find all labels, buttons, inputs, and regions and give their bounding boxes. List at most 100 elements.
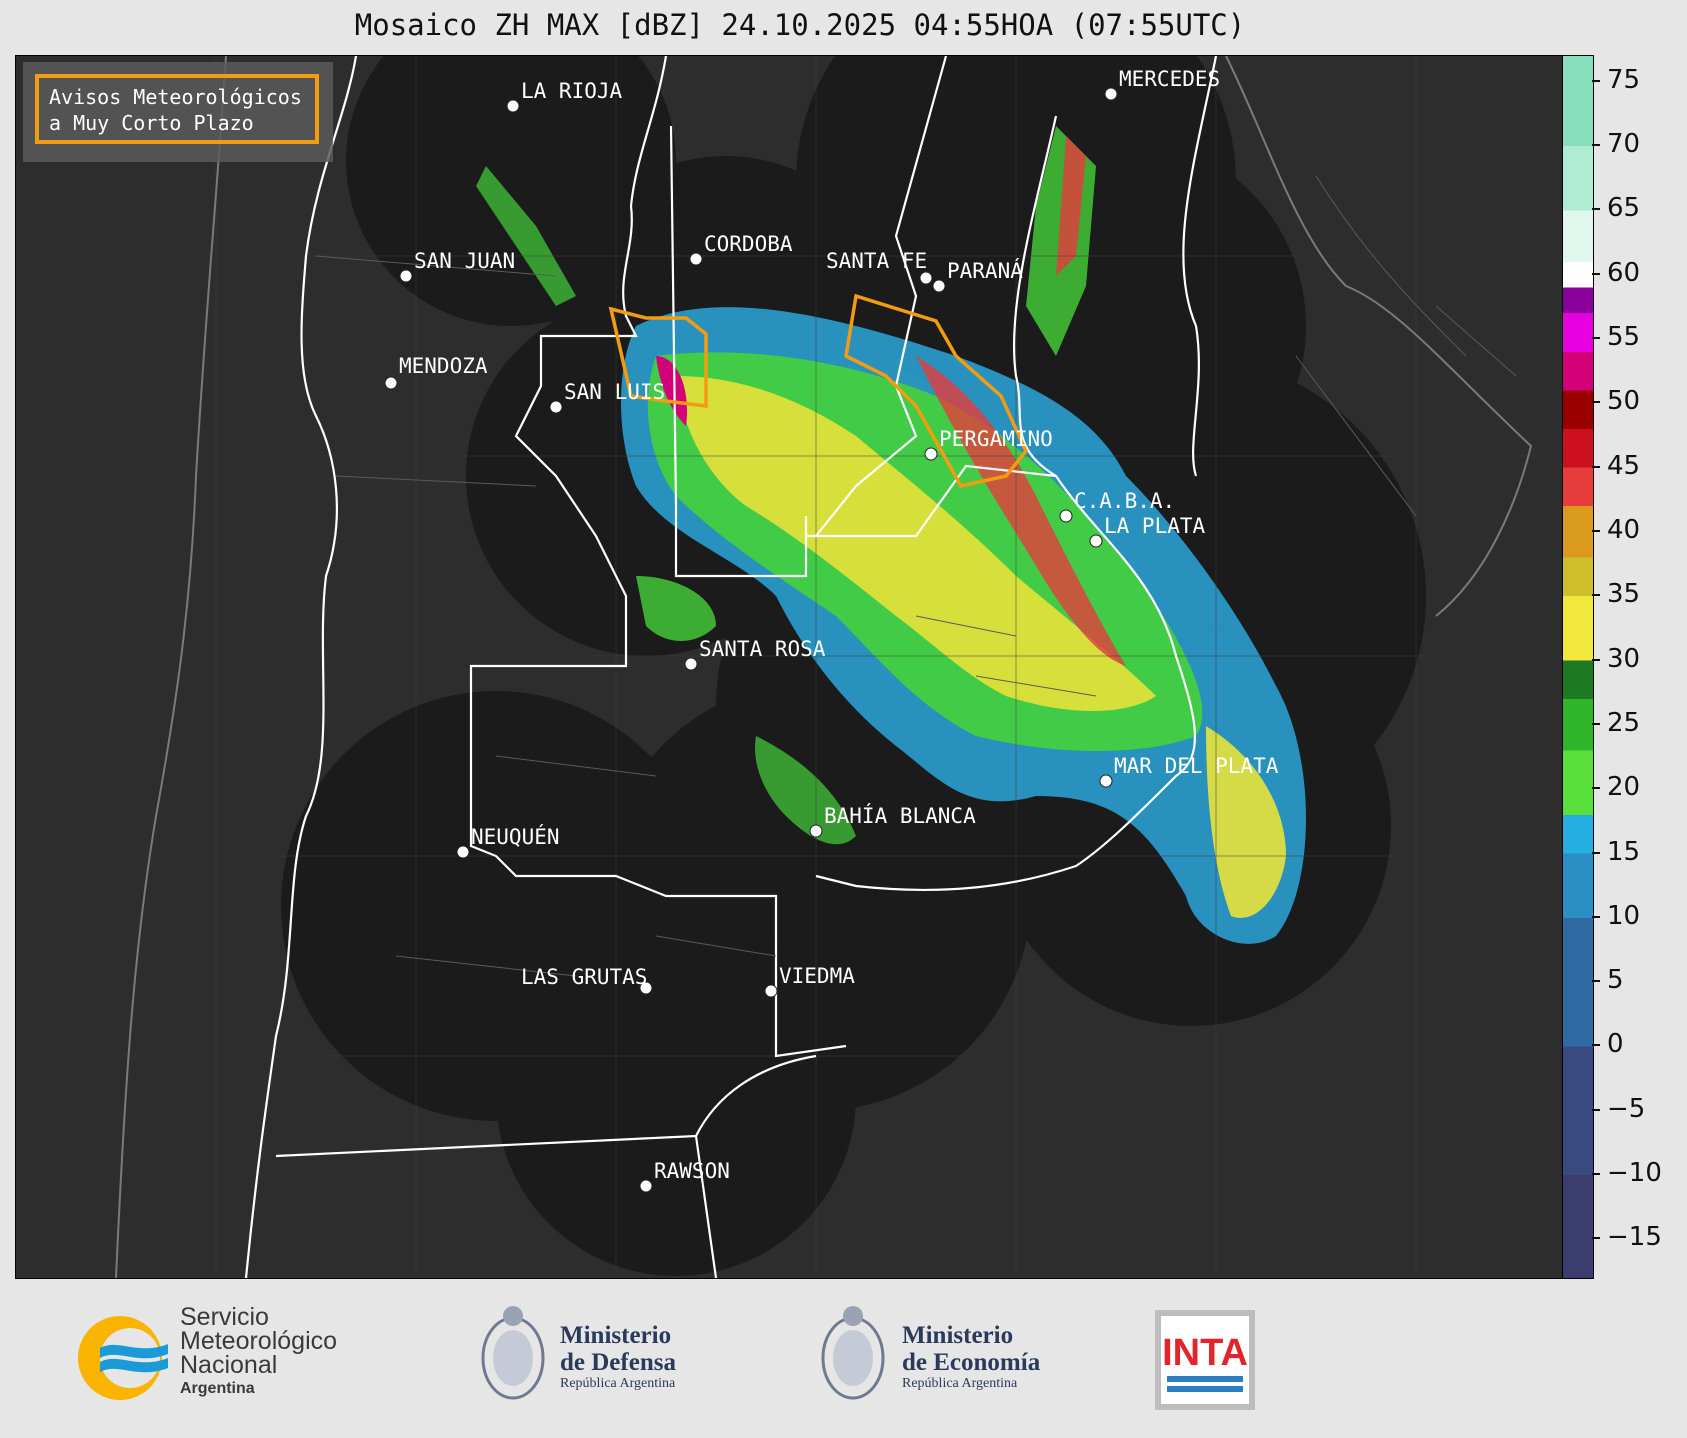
economia-sub: República Argentina xyxy=(902,1376,1018,1391)
smn-line1: Servicio xyxy=(180,1303,269,1331)
colorbar-tick-label: 75 xyxy=(1607,64,1641,95)
warning-legend-line2: a Muy Corto Plazo xyxy=(49,111,254,135)
inta-logo-label: INTA xyxy=(1162,1332,1248,1374)
defensa-logo-text: Ministerio de Defensa República Argentin… xyxy=(560,1322,676,1392)
city-marker-dot xyxy=(809,824,823,838)
defensa-line2: de Defensa xyxy=(560,1349,676,1376)
city-marker-dot xyxy=(1089,534,1103,548)
city-marker-dot xyxy=(689,252,703,266)
economia-seal-icon xyxy=(818,1298,888,1417)
city-label: SAN LUIS xyxy=(564,380,665,404)
city-label: MERCEDES xyxy=(1119,67,1220,91)
colorbar-tick: 0 xyxy=(1592,1029,1624,1060)
colorbar-tick-label: 30 xyxy=(1607,643,1641,674)
defensa-seal-icon xyxy=(478,1298,548,1417)
colorbar-tick: 60 xyxy=(1591,257,1641,288)
colorbar-tick-label: 35 xyxy=(1607,579,1641,610)
colorbar-tick-label: −10 xyxy=(1607,1158,1662,1189)
colorbar xyxy=(1562,55,1594,1279)
colorbar-tick: 55 xyxy=(1591,321,1641,352)
colorbar-tick: 70 xyxy=(1591,129,1641,160)
city-marker-dot xyxy=(399,269,413,283)
city-label: SANTA ROSA xyxy=(699,637,826,661)
colorbar-tick-label: 60 xyxy=(1607,257,1641,288)
city-marker-dot xyxy=(1059,509,1073,523)
city-marker-dot xyxy=(549,400,563,414)
radar-map[interactable]: LA RIOJA MERCEDES CORDOBA SAN JUAN SANTA FE P… xyxy=(15,55,1564,1279)
city-marker-dot xyxy=(919,271,933,285)
warning-legend-line1: Avisos Meteorológicos xyxy=(49,85,302,109)
city-label: SANTA FE xyxy=(826,249,927,273)
footer-logos: Servicio Meteorológico Nacional Argentin… xyxy=(0,1280,1687,1438)
colorbar-tick: −10 xyxy=(1592,1158,1662,1189)
colorbar-tick: 40 xyxy=(1591,514,1641,545)
colorbar-tick-label: 10 xyxy=(1607,900,1641,931)
city-label: BAHÍA BLANCA xyxy=(824,803,976,828)
city-label: PERGAMINO xyxy=(939,427,1053,451)
colorbar-tick: −15 xyxy=(1592,1222,1662,1253)
colorbar-tick: 45 xyxy=(1591,450,1641,481)
colorbar-tick: 30 xyxy=(1591,643,1641,674)
city-marker-dot xyxy=(1104,87,1118,101)
colorbar-ticks: 75 70 65 60 55 50 45 40 35 30 25 20 15 10 5 0 −5 −10 −15 xyxy=(1591,55,1683,1277)
smn-logo-icon xyxy=(78,1316,168,1400)
colorbar-tick: 75 xyxy=(1591,64,1641,95)
colorbar-tick-label: 5 xyxy=(1607,965,1624,996)
warning-legend: Avisos Meteorológicos a Muy Corto Plazo xyxy=(23,62,333,162)
colorbar-tick: −5 xyxy=(1591,1093,1646,1124)
colorbar-tick: 65 xyxy=(1591,193,1641,224)
colorbar-tick-label: 0 xyxy=(1607,1029,1624,1060)
colorbar-tick-label: 25 xyxy=(1607,707,1641,738)
map-title: Mosaico ZH MAX [dBZ] 24.10.2025 04:55HOA… xyxy=(354,8,1246,42)
city-label: LA PLATA xyxy=(1104,514,1206,538)
smn-logo xyxy=(68,1308,168,1412)
colorbar-tick-label: −5 xyxy=(1607,1093,1646,1124)
inta-logo: INTA xyxy=(1155,1310,1255,1414)
colorbar-tick-label: −15 xyxy=(1607,1222,1662,1253)
colorbar-tick: 25 xyxy=(1591,707,1641,738)
colorbar-tick-label: 55 xyxy=(1607,321,1641,352)
city-label: VIEDMA xyxy=(779,964,855,988)
colorbar-tick-label: 45 xyxy=(1607,450,1641,481)
inta-logo-icon: INTA xyxy=(1155,1310,1255,1410)
colorbar-tick: 10 xyxy=(1591,900,1641,931)
colorbar-tick: 5 xyxy=(1592,965,1624,996)
colorbar-tick-label: 40 xyxy=(1607,514,1641,545)
defensa-line1: Ministerio xyxy=(560,1322,672,1349)
city-label: C.A.B.A. xyxy=(1074,489,1175,513)
city-label: NEUQUÉN xyxy=(471,824,560,849)
city-marker-dot xyxy=(932,279,946,293)
colorbar-tick: 35 xyxy=(1591,579,1641,610)
city-label: RAWSON xyxy=(654,1159,730,1183)
city-marker-dot xyxy=(684,657,698,671)
city-label: MAR DEL PLATA xyxy=(1114,754,1279,778)
defensa-sub: República Argentina xyxy=(560,1376,676,1391)
economia-logo-text: Ministerio de Economía República Argenti… xyxy=(902,1322,1040,1392)
smn-line2: Meteorológico xyxy=(180,1327,338,1355)
city-label: PARANÁ xyxy=(947,258,1023,283)
city-marker-dot xyxy=(384,376,398,390)
economia-line1: Ministerio xyxy=(902,1322,1014,1349)
city-marker-dot xyxy=(1099,774,1113,788)
city-label: MENDOZA xyxy=(399,354,488,378)
colorbar-tick-label: 20 xyxy=(1607,772,1641,803)
colorbar-tick: 20 xyxy=(1591,772,1641,803)
radar-map-canvas: LA RIOJA MERCEDES CORDOBA SAN JUAN SANTA FE P… xyxy=(16,56,1563,1278)
city-marker-dot xyxy=(506,99,520,113)
city-marker-dot xyxy=(456,845,470,859)
city-marker-dot xyxy=(764,984,778,998)
colorbar-tick-label: 65 xyxy=(1607,193,1641,224)
city-marker-dot xyxy=(639,1179,653,1193)
city-label: LA RIOJA xyxy=(521,79,623,103)
city-label: SAN JUAN xyxy=(414,249,515,273)
city-marker-dot xyxy=(924,447,938,461)
smn-sub: Argentina xyxy=(180,1380,255,1397)
city-label: CORDOBA xyxy=(704,232,793,256)
colorbar-tick: 50 xyxy=(1591,386,1641,417)
city-label: LAS GRUTAS xyxy=(521,965,647,989)
warning-legend-box: Avisos Meteorológicos a Muy Corto Plazo xyxy=(35,74,319,144)
colorbar-tick-label: 70 xyxy=(1607,129,1641,160)
smn-line3: Nacional xyxy=(180,1351,278,1379)
economia-line2: de Economía xyxy=(902,1349,1041,1376)
colorbar-tick-label: 50 xyxy=(1607,386,1641,417)
